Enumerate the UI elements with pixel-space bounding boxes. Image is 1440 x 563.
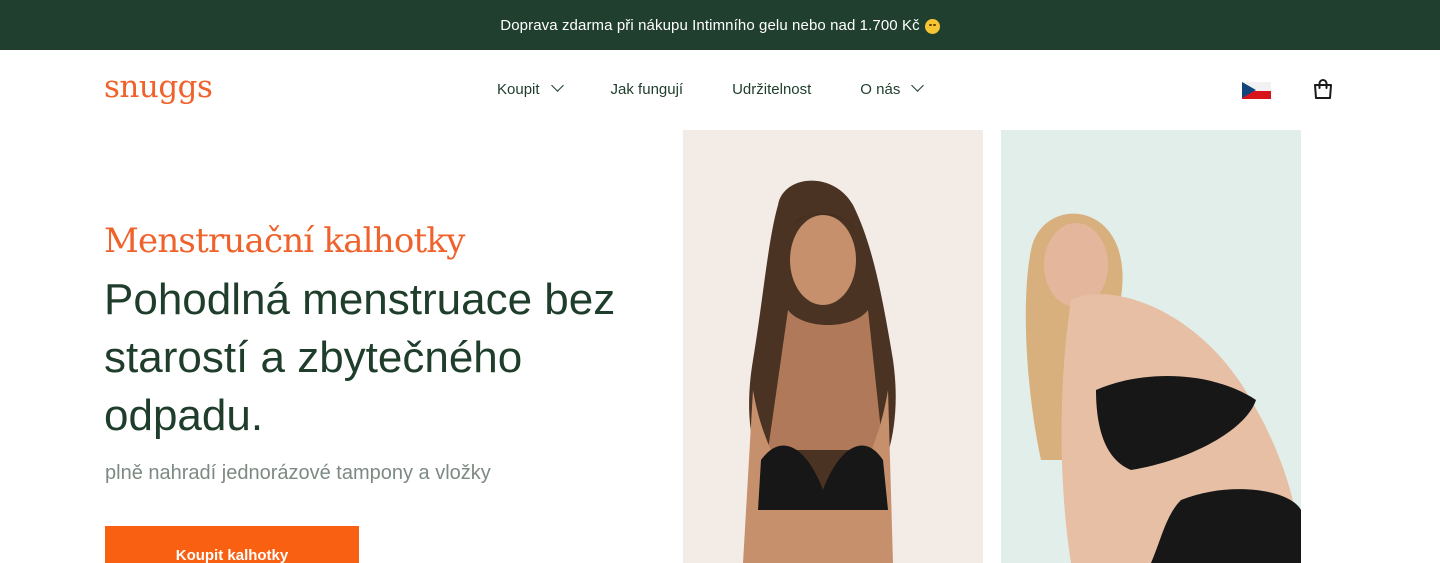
main-nav: Koupit Jak fungují Udržitelnost O nás: [497, 79, 925, 98]
smiley-emoji-icon: [924, 18, 940, 34]
nav-item-label: O nás: [860, 81, 901, 98]
hero-title: Pohodlná menstruace bez starostí a zbyte…: [104, 275, 616, 440]
hero-photo-left: [683, 130, 983, 563]
hero-description: plně nahradí jednorázové tampony a vložk…: [105, 462, 491, 484]
site-header: snuggs Koupit Jak fungují Udržitelnost O…: [0, 50, 1440, 130]
shopping-bag-icon[interactable]: [1312, 78, 1334, 100]
nav-item-label: Udržitelnost: [732, 81, 812, 98]
chevron-down-icon: [550, 79, 564, 92]
nav-item-label: Jak fungují: [610, 81, 684, 98]
shop-panties-button[interactable]: Koupit kalhotky: [105, 526, 359, 563]
promo-text: Doprava zdarma při nákupu Intimního gelu…: [500, 16, 920, 34]
nav-item-jak-funguji[interactable]: Jak fungují: [611, 81, 684, 98]
nav-item-label: Koupit: [497, 81, 540, 98]
nav-item-o-nas[interactable]: O nás: [860, 79, 925, 98]
logo[interactable]: snuggs: [104, 72, 213, 103]
promo-bar: Doprava zdarma při nákupu Intimního gelu…: [0, 0, 1440, 50]
nav-item-koupit[interactable]: Koupit: [497, 79, 564, 98]
chevron-down-icon: [911, 79, 925, 92]
hero-photo-right: [1001, 130, 1301, 563]
hero-subtitle: Menstruační kalhotky: [104, 221, 465, 261]
czech-flag-icon[interactable]: [1242, 82, 1271, 99]
nav-item-udrzitelnost[interactable]: Udržitelnost: [732, 81, 811, 98]
